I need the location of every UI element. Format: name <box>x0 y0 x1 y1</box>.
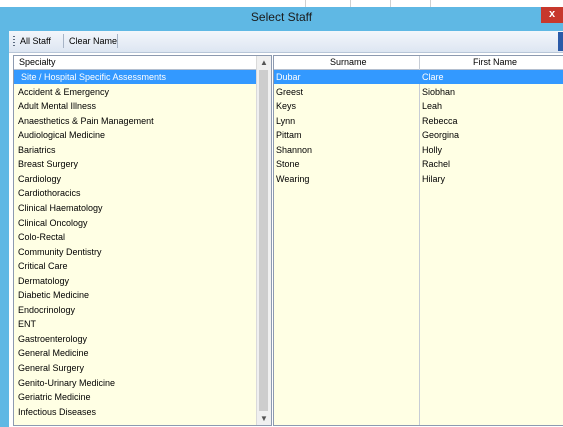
toolbar-edge <box>558 32 563 51</box>
specialty-list-item[interactable]: Breast Surgery <box>14 157 258 171</box>
scrollbar-thumb[interactable] <box>259 70 268 411</box>
specialty-header-label: Specialty <box>19 57 56 67</box>
toolbar-separator <box>63 34 64 48</box>
table-row[interactable]: Greest Siobhan <box>274 85 563 99</box>
background-cell <box>350 0 391 7</box>
surname-cell: Lynn <box>276 115 296 126</box>
close-button[interactable]: x <box>541 7 563 23</box>
scroll-down-arrow-icon[interactable]: ▼ <box>257 412 271 425</box>
table-row[interactable]: Wearing Hilary <box>274 172 563 186</box>
toolbar-grip-icon[interactable] <box>13 36 15 47</box>
table-row[interactable]: Lynn Rebecca <box>274 114 563 128</box>
surname-cell: Dubar <box>276 72 301 82</box>
surname-cell: Keys <box>276 101 297 112</box>
table-row[interactable]: Shannon Holly <box>274 143 563 157</box>
surname-cell: Shannon <box>276 144 313 155</box>
title-bar[interactable]: Select Staff x <box>0 7 563 29</box>
specialty-list-item[interactable]: General Surgery <box>14 361 258 375</box>
surname-cell: Pittam <box>276 130 302 141</box>
specialty-list-item[interactable]: Dermatology <box>14 274 258 288</box>
table-row[interactable]: Pittam Georgina <box>274 128 563 142</box>
background-window-strip <box>0 0 563 7</box>
specialty-list-item[interactable]: Geriatric Medicine <box>14 390 258 404</box>
surname-cell: Stone <box>276 159 300 170</box>
specialty-list-item[interactable]: Gastroenterology <box>14 332 258 346</box>
background-cell <box>305 0 351 7</box>
specialty-list-item[interactable]: Accident & Emergency <box>14 85 258 99</box>
first-name-column-header[interactable]: First Name <box>473 57 517 67</box>
surname-cell: Wearing <box>276 173 310 184</box>
scroll-up-arrow-icon[interactable]: ▲ <box>257 56 271 69</box>
specialty-list-item[interactable]: Community Dentistry <box>14 245 258 259</box>
specialty-column-header[interactable]: Specialty <box>14 56 258 70</box>
dialog-client-area: All Staff Clear Name Specialty Site / Ho… <box>9 31 563 427</box>
first-name-cell: Rachel <box>422 159 451 170</box>
specialty-list-item[interactable]: Genito-Urinary Medicine <box>14 376 258 390</box>
specialty-list-item[interactable]: Diabetic Medicine <box>14 288 258 302</box>
staff-table[interactable]: Surname First Name Dubar Clare Greest Siobh… <box>273 55 563 426</box>
specialty-list-item[interactable]: Clinical Haematology <box>14 201 258 215</box>
specialty-list-item[interactable]: Anaesthetics & Pain Management <box>14 114 258 128</box>
surname-column-header[interactable]: Surname <box>330 57 367 67</box>
specialty-list-item[interactable]: Audiological Medicine <box>14 128 258 142</box>
table-row[interactable]: Dubar Clare <box>274 70 563 84</box>
first-name-cell: Siobhan <box>422 86 456 97</box>
specialty-list-item[interactable]: Infectious Diseases <box>14 405 258 419</box>
specialty-list-item[interactable]: Colo-Rectal <box>14 230 258 244</box>
specialty-list-item[interactable]: General Medicine <box>14 346 258 360</box>
first-name-cell: Rebecca <box>422 115 458 126</box>
close-icon: x <box>548 8 556 20</box>
background-cell <box>0 0 306 7</box>
toolbar: All Staff Clear Name <box>9 31 563 53</box>
specialty-list-item[interactable]: Adult Mental Illness <box>14 99 258 113</box>
first-name-cell: Georgina <box>422 130 460 141</box>
specialty-list-item[interactable]: Endocrinology <box>14 303 258 317</box>
specialty-list-item[interactable]: ENT <box>14 317 258 331</box>
toolbar-separator <box>117 34 118 48</box>
specialty-list-item[interactable]: Site / Hospital Specific Assessments <box>14 70 258 84</box>
specialty-scrollbar[interactable]: ▲ ▼ <box>256 56 271 425</box>
specialty-list[interactable]: Specialty Site / Hospital Specific Asses… <box>13 55 272 426</box>
first-name-cell: Holly <box>422 144 443 155</box>
surname-cell: Greest <box>276 86 304 97</box>
specialty-list-item[interactable]: Clinical Oncology <box>14 216 258 230</box>
all-staff-button[interactable]: All Staff <box>17 33 54 49</box>
background-cell <box>390 0 431 7</box>
specialty-list-item[interactable]: Critical Care <box>14 259 258 273</box>
window-title: Select Staff <box>250 10 313 24</box>
select-staff-dialog: Select Staff x All Staff Clear Name Spec… <box>0 7 563 427</box>
first-name-cell: Leah <box>422 101 443 112</box>
first-name-cell: Hilary <box>422 173 446 184</box>
specialty-list-item[interactable]: Bariatrics <box>14 143 258 157</box>
clear-name-button[interactable]: Clear Name <box>66 33 120 49</box>
first-name-cell: Clare <box>422 72 444 82</box>
specialty-list-item[interactable]: Cardiothoracics <box>14 186 258 200</box>
table-row[interactable]: Stone Rachel <box>274 157 563 171</box>
specialty-list-item[interactable]: Cardiology <box>14 172 258 186</box>
table-row[interactable]: Keys Leah <box>274 99 563 113</box>
